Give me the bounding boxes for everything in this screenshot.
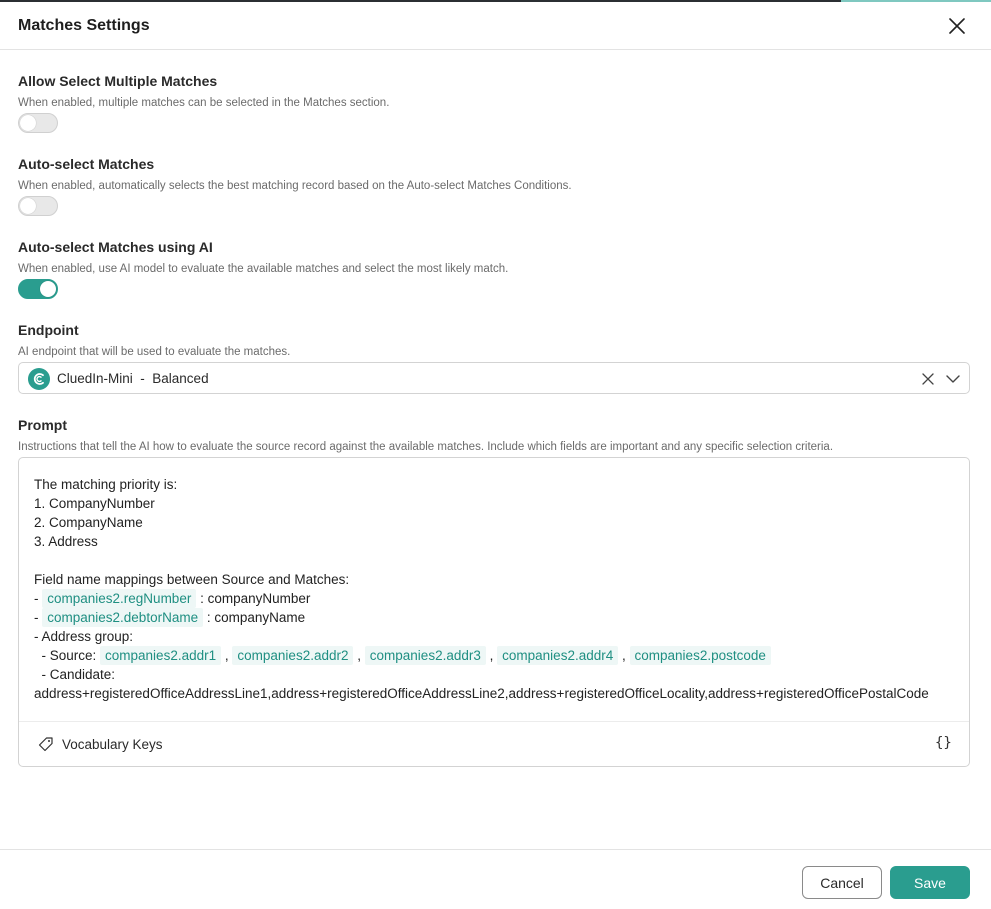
prompt-line: address+registeredOfficeAddressLine1,add…	[34, 686, 929, 701]
dialog-title: Matches Settings	[18, 17, 150, 34]
cancel-button[interactable]: Cancel	[802, 866, 882, 899]
auto-select-ai-label: Auto-select Matches using AI	[18, 239, 213, 255]
prompt-line: - Address group:	[34, 629, 134, 644]
prompt-line: Field name mappings between Source and M…	[34, 572, 350, 587]
clear-icon	[922, 373, 934, 385]
prompt-text: -	[34, 610, 43, 625]
auto-select-toggle[interactable]	[18, 196, 58, 216]
prompt-mapping-line: - companies2.regNumber : companyNumber	[34, 589, 964, 608]
vocabulary-key-chip[interactable]: companies2.regNumber	[42, 589, 197, 608]
vocabulary-key-chip[interactable]: companies2.addr3	[364, 646, 486, 665]
vocabulary-keys-label: Vocabulary Keys	[62, 737, 163, 752]
prompt-source-line: - Source: companies2.addr1 , companies2.…	[34, 646, 964, 665]
auto-select-ai-toggle[interactable]	[18, 279, 58, 299]
prompt-editor-content[interactable]: The matching priority is: 1. CompanyNumb…	[34, 475, 964, 703]
prompt-text: - Source:	[34, 648, 101, 663]
separator: ,	[489, 648, 494, 663]
allow-multiple-section: Allow Select Multiple Matches When enabl…	[18, 73, 970, 133]
auto-select-ai-section: Auto-select Matches using AI When enable…	[18, 239, 970, 299]
prompt-text: -	[34, 591, 43, 606]
vocabulary-keys-button[interactable]: Vocabulary Keys	[37, 736, 163, 753]
separator: ,	[622, 648, 626, 663]
prompt-label: Prompt	[18, 417, 67, 433]
endpoint-label: Endpoint	[18, 322, 79, 338]
save-button[interactable]: Save	[890, 866, 970, 899]
endpoint-section: Endpoint AI endpoint that will be used t…	[18, 322, 970, 359]
endpoint-help: AI endpoint that will be used to evaluat…	[18, 346, 291, 358]
close-icon	[949, 18, 965, 34]
vocabulary-key-chip[interactable]: companies2.addr1	[100, 646, 222, 665]
allow-multiple-label: Allow Select Multiple Matches	[18, 73, 218, 89]
prompt-section: Prompt Instructions that tell the AI how…	[18, 417, 970, 454]
prompt-blank-line	[34, 551, 964, 570]
dropdown-toggle[interactable]	[945, 372, 961, 386]
allow-multiple-toggle[interactable]	[18, 113, 58, 133]
insert-variable-button[interactable]: {}	[935, 735, 952, 751]
endpoint-selected-value: CluedIn-Mini - Balanced	[57, 371, 209, 386]
chevron-down-icon	[946, 375, 960, 383]
dialog-header: Matches Settings	[0, 0, 991, 50]
dialog-footer: Cancel Save	[0, 849, 991, 909]
prompt-text: : companyNumber	[196, 591, 311, 606]
endpoint-select[interactable]: CluedIn-Mini - Balanced	[18, 362, 970, 394]
prompt-mapping-line: - companies2.debtorName : companyName	[34, 608, 964, 627]
toggle-knob	[40, 281, 56, 297]
auto-select-ai-help: When enabled, use AI model to evaluate t…	[18, 263, 509, 275]
prompt-line: - Candidate:	[34, 667, 116, 682]
tag-icon	[38, 737, 53, 752]
auto-select-section: Auto-select Matches When enabled, automa…	[18, 156, 970, 216]
prompt-line: 3. Address	[34, 534, 98, 549]
toggle-knob	[20, 198, 36, 214]
cluedin-logo-icon	[28, 368, 50, 390]
toggle-knob	[20, 115, 36, 131]
vocabulary-key-chip[interactable]: companies2.addr4	[497, 646, 619, 665]
vocabulary-key-chip[interactable]: companies2.postcode	[629, 646, 771, 665]
separator: ,	[357, 648, 362, 663]
vocabulary-key-chip[interactable]: companies2.debtorName	[42, 608, 204, 627]
close-button[interactable]	[944, 13, 970, 39]
auto-select-label: Auto-select Matches	[18, 156, 155, 172]
prompt-text: : companyName	[203, 610, 306, 625]
prompt-editor[interactable]: The matching priority is: 1. CompanyNumb…	[18, 457, 970, 767]
prompt-help: Instructions that tell the AI how to eva…	[18, 441, 834, 453]
prompt-line: 2. CompanyName	[34, 515, 143, 530]
prompt-line: The matching priority is:	[34, 477, 178, 492]
clear-selection-button[interactable]	[921, 372, 935, 386]
auto-select-help: When enabled, automatically selects the …	[18, 180, 572, 192]
prompt-editor-footer: Vocabulary Keys {}	[19, 721, 969, 766]
separator: ,	[224, 648, 229, 663]
allow-multiple-help: When enabled, multiple matches can be se…	[18, 97, 390, 109]
prompt-line: 1. CompanyNumber	[34, 496, 155, 511]
vocabulary-key-chip[interactable]: companies2.addr2	[232, 646, 354, 665]
